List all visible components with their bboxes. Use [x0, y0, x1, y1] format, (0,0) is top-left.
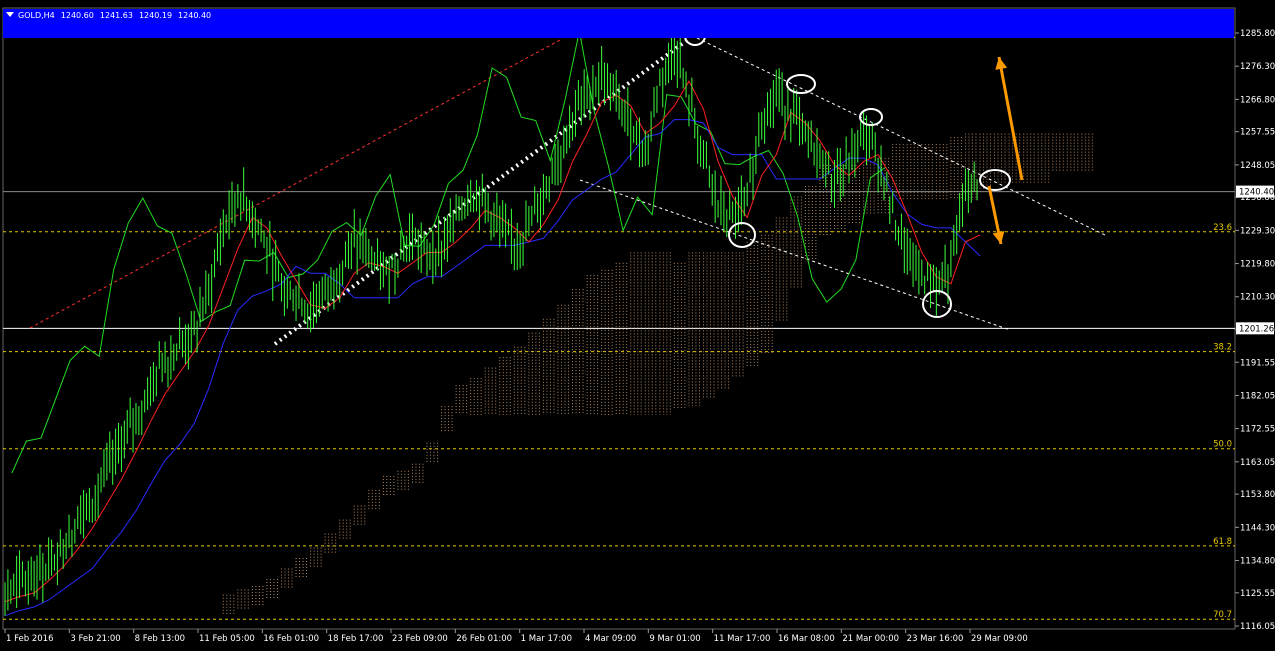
dropdown-triangle-icon[interactable]	[6, 12, 14, 17]
price-tick-label: 1182.05	[1240, 391, 1275, 401]
price-tick-label: 1266.80	[1240, 95, 1275, 105]
date-tick-label: 23 Mar 16:00	[907, 634, 964, 644]
open-price: 1240.60	[60, 11, 94, 20]
date-tick-label: 11 Mar 17:00	[714, 634, 771, 644]
price-tick-label: 1144.30	[1240, 523, 1275, 533]
date-tick-label: 9 Mar 01:00	[649, 634, 700, 644]
price-tick-label: 1116.05	[1240, 622, 1275, 632]
date-tick-label: 18 Feb 17:00	[328, 634, 384, 644]
symbol-name: GOLD,H4	[18, 11, 55, 20]
price-tick-label: 1219.80	[1240, 260, 1275, 270]
date-tick-label: 23 Feb 09:00	[392, 634, 448, 644]
price-tick-label: 1276.30	[1240, 62, 1275, 72]
date-tick-label: 4 Mar 09:00	[585, 634, 636, 644]
date-tick-label: 8 Feb 13:00	[135, 634, 185, 644]
date-tick-label: 1 Feb 2016	[6, 634, 54, 644]
date-tick-label: 1 Mar 17:00	[521, 634, 572, 644]
high-price: 1241.63	[99, 11, 133, 20]
support-price-label: 1201.26	[1239, 324, 1274, 334]
symbol-info[interactable]: GOLD,H4 1240.60 1241.63 1240.19 1240.40	[6, 11, 217, 20]
current-price-label: 1240.40	[1239, 188, 1274, 198]
date-tick-label: 29 Mar 09:00	[971, 634, 1028, 644]
price-tick-label: 1163.05	[1240, 458, 1275, 468]
date-tick-label: 11 Feb 05:00	[199, 634, 255, 644]
close-price: 1240.40	[178, 11, 212, 20]
chart-area[interactable]: 0.023.638.250.061.870.7 1285.801276.3012…	[0, 0, 1275, 651]
date-tick-label: 3 Feb 21:00	[70, 634, 120, 644]
fib-level-label: 50.0	[1213, 440, 1232, 450]
fib-level-label: 38.2	[1213, 343, 1232, 353]
date-tick-label: 16 Feb 01:00	[263, 634, 319, 644]
price-tick-label: 1191.55	[1240, 358, 1275, 368]
price-tick-label: 1210.30	[1240, 293, 1275, 303]
price-tick-label: 1285.80	[1240, 29, 1275, 39]
fib-level-label: 61.8	[1213, 537, 1232, 547]
price-tick-label: 1172.55	[1240, 425, 1275, 435]
price-tick-label: 1248.05	[1240, 161, 1275, 171]
price-tick-label: 1125.55	[1240, 589, 1275, 599]
date-tick-label: 16 Mar 08:00	[778, 634, 835, 644]
price-tick-label: 1229.30	[1240, 226, 1275, 236]
date-tick-label: 21 Mar 00:00	[842, 634, 899, 644]
low-price: 1240.19	[138, 11, 173, 20]
price-tick-label: 1257.55	[1240, 128, 1275, 138]
price-tick-label: 1153.80	[1240, 490, 1275, 500]
date-tick-label: 26 Feb 01:00	[456, 634, 512, 644]
price-tick-label: 1134.80	[1240, 556, 1275, 566]
fib-level-label: 23.6	[1213, 223, 1232, 233]
fib-level-label: 70.7	[1213, 610, 1232, 620]
